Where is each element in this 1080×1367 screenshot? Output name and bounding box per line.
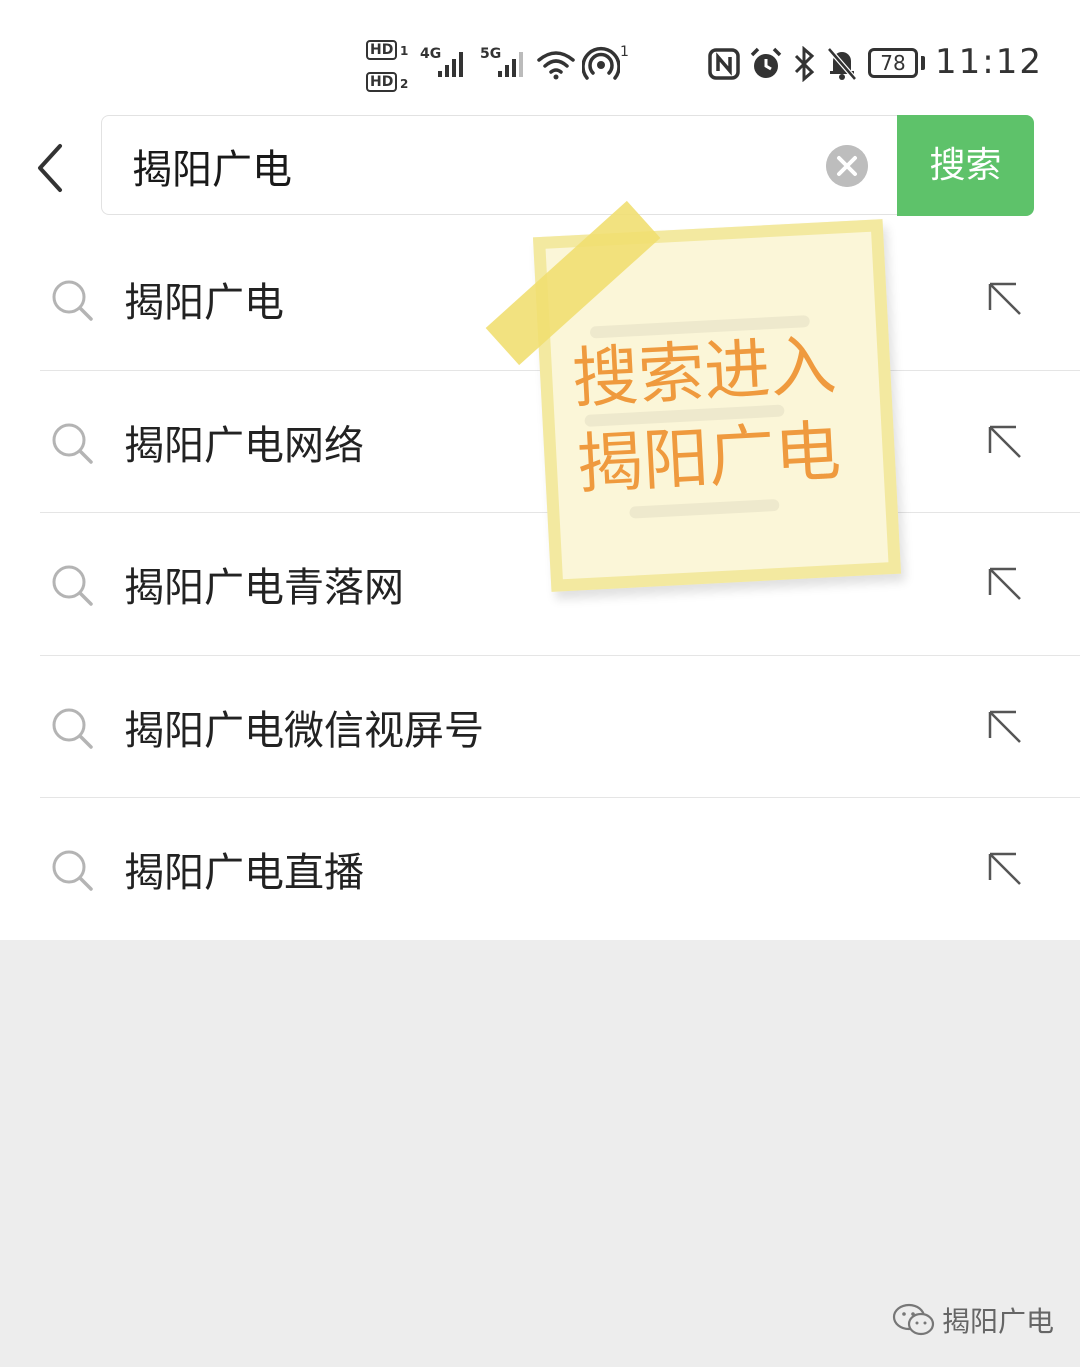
search-icon	[52, 850, 93, 891]
signal-2-icon	[498, 52, 523, 77]
suggestion-label: 揭阳广电网络	[124, 422, 364, 469]
mute-icon	[827, 47, 857, 81]
clear-icon[interactable]	[826, 145, 868, 187]
search-button[interactable]: 搜索	[897, 115, 1034, 216]
wechat-icon	[892, 1303, 935, 1336]
suggestion-item[interactable]: 揭阳广电微信视屏号	[0, 656, 1080, 798]
battery-tip	[921, 56, 925, 70]
wifi-icon	[537, 51, 575, 80]
fill-query-arrow-icon[interactable]	[986, 708, 1026, 748]
bluetooth-icon	[794, 46, 815, 82]
alarm-icon	[750, 47, 782, 78]
suggestion-label: 揭阳广电微信视屏号	[124, 707, 484, 754]
fill-query-arrow-icon[interactable]	[986, 565, 1026, 605]
back-arrow-icon[interactable]	[30, 140, 74, 196]
suggestion-label: 揭阳广电青落网	[124, 565, 404, 611]
nfc-icon	[708, 48, 740, 80]
search-field[interactable]	[101, 115, 901, 215]
fill-query-arrow-icon[interactable]	[986, 423, 1026, 463]
fill-query-arrow-icon[interactable]	[986, 850, 1026, 890]
signal-1-icon	[438, 52, 463, 77]
search-icon	[52, 280, 93, 321]
search-input[interactable]	[132, 136, 812, 196]
search-icon	[52, 708, 93, 749]
watermark: 揭阳广电	[892, 1300, 1054, 1340]
sim1-hd-badge: HD	[366, 40, 398, 60]
suggestion-label: 揭阳广电直播	[124, 850, 364, 896]
status-time: 11:12	[935, 42, 1043, 82]
search-page: HD 1 HD 2 4G 5G 1 78 11:12 揭阳广电 搜索 揭阳广电 …	[0, 0, 1080, 940]
suggestion-item[interactable]: 揭阳广电青落网	[0, 513, 1080, 656]
hotspot-icon	[582, 47, 620, 80]
search-icon	[52, 423, 93, 464]
note-line-1: 搜索进入	[570, 326, 839, 418]
suggestion-item[interactable]: 揭阳广电直播	[0, 798, 1080, 941]
hotspot-count: 1	[620, 44, 629, 60]
status-bar: HD 1 HD 2 4G 5G 1 78 11:12	[0, 0, 1080, 110]
sim2-slot: 2	[400, 77, 409, 91]
sim1-slot: 1	[400, 44, 409, 58]
watermark-text: 揭阳广电	[942, 1305, 1055, 1338]
battery-indicator: 78	[868, 48, 918, 78]
suggestion-item[interactable]: 揭阳广电网络	[0, 371, 1080, 513]
fill-query-arrow-icon[interactable]	[986, 280, 1026, 320]
search-icon	[52, 565, 93, 606]
suggestion-label: 揭阳广电	[124, 280, 284, 326]
note-line-2: 揭阳广电	[574, 412, 843, 504]
sim2-hd-badge: HD	[366, 72, 398, 92]
